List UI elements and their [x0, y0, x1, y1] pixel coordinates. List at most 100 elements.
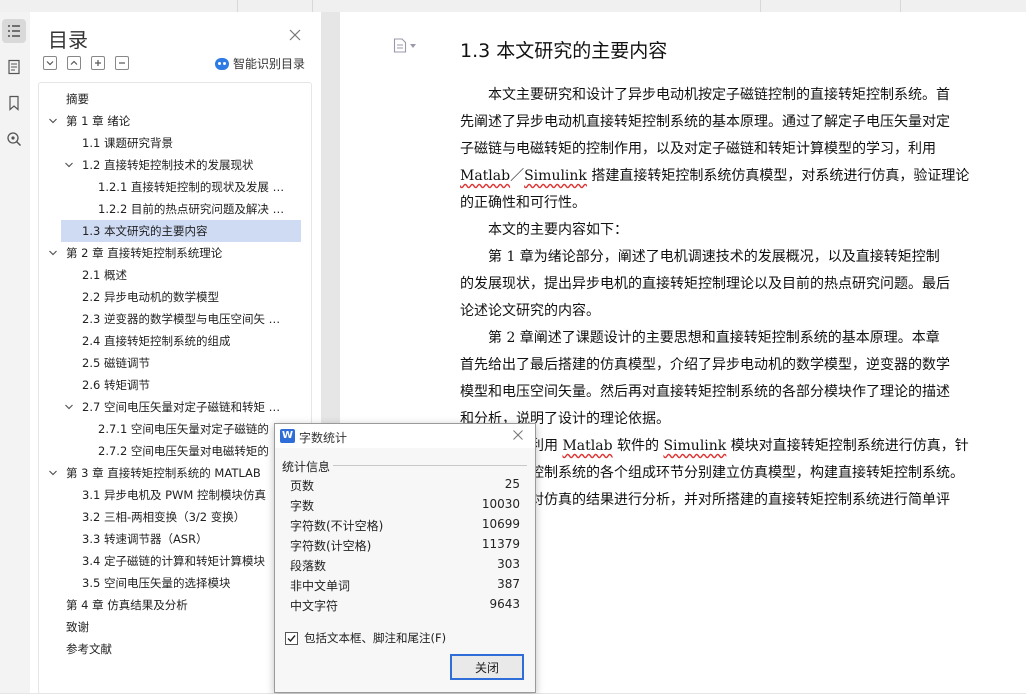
- ai-robot-icon: [215, 57, 229, 70]
- stat-value: 10030: [481, 497, 520, 511]
- text-run: 软件的: [612, 438, 664, 454]
- dialog-titlebar[interactable]: W 字数统计: [275, 424, 535, 448]
- toc-item[interactable]: 3.1 异步电机及 PWM 控制模块仿真: [39, 484, 311, 506]
- toc-item-label: 2.3 逆变器的数学模型与电压空间矢 …: [82, 312, 281, 326]
- toc-item[interactable]: 2.4 直接转矩控制系统的组成: [39, 330, 311, 352]
- stat-row: 中文字符 9643: [290, 597, 520, 617]
- toc-item[interactable]: 致谢: [39, 616, 311, 638]
- toc-item[interactable]: 第 1 章 绪论: [39, 110, 311, 132]
- chevron-down-icon[interactable]: [64, 402, 74, 412]
- stat-value: 25: [504, 477, 520, 491]
- text-line: 先阐述了异步电动机直接转矩控制系统的基本原理。通过了解定子电压矢量对定: [460, 114, 950, 130]
- chevron-down-icon[interactable]: [48, 248, 58, 258]
- text-line: 矩控制系统的各个组成环节分别建立仿真模型，构建直接转矩控制系统。: [460, 465, 964, 481]
- document-body-text: 本文主要研究和设计了异步电动机按定子磁链控制的直接转矩控制系统。首 先阐述了异步电…: [460, 82, 1016, 514]
- stat-value: 9643: [489, 597, 520, 611]
- search-icon: [7, 132, 22, 147]
- find-replace-button[interactable]: [2, 127, 26, 151]
- paragraph-layout-handle[interactable]: [393, 38, 416, 53]
- stat-value: 10699: [481, 517, 520, 531]
- text-line: 本文的主要内容如下：: [460, 222, 628, 238]
- toc-item-label: 第 1 章 绪论: [66, 114, 131, 128]
- toc-item-label: 第 3 章 直接转矩控制系统的 MATLAB: [66, 466, 261, 480]
- toc-tree: 摘要第 1 章 绪论 1.1 课题研究背景 1.2 直接转矩控制技术的发展现状 1.2…: [38, 82, 312, 694]
- stat-label: 中文字符: [290, 599, 339, 613]
- text-line: 本文主要研究和设计了异步电动机按定子磁链控制的直接转矩控制系统。首: [460, 87, 950, 103]
- toc-item[interactable]: 2.7 空间电压矢量对定子磁链和转矩 …: [39, 396, 311, 418]
- text-line: 的正确性和可行性。: [460, 195, 586, 211]
- checkbox[interactable]: [285, 631, 298, 645]
- text-line: Matlab／Simulink 搭建直接转矩控制系统仿真模型，对系统进行仿真，验…: [460, 163, 1016, 190]
- toc-item-label: 1.3 本文研究的主要内容: [82, 224, 208, 238]
- document-icon: [393, 38, 407, 53]
- toc-item-label: 3.3 转速调节器（ASR）: [82, 532, 208, 546]
- toc-list-icon: [8, 25, 20, 37]
- toc-item[interactable]: 第 2 章 直接转矩控制系统理论: [39, 242, 311, 264]
- collapse-up-button[interactable]: [67, 56, 81, 70]
- toc-item[interactable]: 1.3 本文研究的主要内容: [61, 220, 301, 242]
- stat-row: 页数 25: [290, 477, 520, 497]
- expand-all-button[interactable]: [91, 56, 105, 70]
- close-icon[interactable]: [288, 28, 302, 42]
- toc-item-label: 3.4 定子磁链的计算和转矩计算模块: [82, 554, 265, 568]
- close-button[interactable]: 关闭: [450, 654, 524, 680]
- toolbar-divider: [760, 0, 761, 12]
- page-thumbnail-icon: [8, 59, 20, 75]
- toc-item[interactable]: 1.2.1 直接转矩控制的现状及发展 …: [39, 176, 311, 198]
- text-line: 论述论文研究的内容。: [460, 303, 600, 319]
- toc-item-label: 2.2 异步电动机的数学模型: [82, 290, 219, 304]
- wps-logo-icon: W: [280, 429, 295, 443]
- text-line: 首先给出了最后搭建的仿真模型，介绍了异步电动机的数学模型，逆变器的数学: [460, 357, 950, 373]
- toc-list: 摘要第 1 章 绪论 1.1 课题研究背景 1.2 直接转矩控制技术的发展现状 1.2…: [39, 88, 311, 660]
- caret-down-icon: [410, 43, 416, 48]
- toc-panel-button[interactable]: [2, 19, 26, 43]
- toc-item-label: 2.7.1 空间电压矢量对定子磁链的: [98, 422, 269, 436]
- toc-item[interactable]: 2.7.1 空间电压矢量对定子磁链的: [39, 418, 311, 440]
- collapse-all-button[interactable]: [115, 56, 129, 70]
- bookmark-panel-button[interactable]: [2, 91, 26, 115]
- stat-row: 非中文单词 387: [290, 577, 520, 597]
- toc-item[interactable]: 1.1 课题研究背景: [39, 132, 311, 154]
- toc-item-label: 3.1 异步电机及 PWM 控制模块仿真: [82, 488, 266, 502]
- toc-item[interactable]: 1.2.2 目前的热点研究问题及解决 …: [39, 198, 311, 220]
- section-heading: 1.3 本文研究的主要内容: [460, 40, 668, 62]
- smart-recognize-label: 智能识别目录: [233, 57, 306, 71]
- text-line: 章对仿真的结果进行分析，并对所搭建的直接转矩控制系统进行简单评: [460, 492, 950, 508]
- chevron-down-icon[interactable]: [48, 468, 58, 478]
- text-run: 模块对直接转矩控制系统进行仿真，针: [726, 438, 969, 454]
- toc-item-label: 3.2 三相-两相变换（3/2 变换）: [82, 510, 246, 524]
- spellcheck-word: Matlab: [460, 168, 511, 184]
- toc-item[interactable]: 2.7.2 空间电压矢量对电磁转矩的: [39, 440, 311, 462]
- group-divider: [333, 465, 527, 466]
- page-thumbnail-button[interactable]: [2, 55, 26, 79]
- toc-item-label: 2.6 转矩调节: [82, 378, 150, 392]
- smart-recognize-toc-button[interactable]: 智能识别目录: [215, 55, 305, 72]
- toc-item[interactable]: 2.2 异步电动机的数学模型: [39, 286, 311, 308]
- toc-item-label: 3.5 空间电压矢量的选择模块: [82, 576, 231, 590]
- nav-toolbar: [43, 56, 129, 70]
- left-rail: [0, 12, 31, 693]
- toc-item[interactable]: 3.4 定子磁链的计算和转矩计算模块: [39, 550, 311, 572]
- toc-item[interactable]: 3.3 转速调节器（ASR）: [39, 528, 311, 550]
- toc-item[interactable]: 参考文献: [39, 638, 311, 660]
- text-line: 和分析，说明了设计的理论依据。: [460, 411, 670, 427]
- toc-item[interactable]: 2.1 概述: [39, 264, 311, 286]
- toc-item-label: 第 2 章 直接转矩控制系统理论: [66, 246, 223, 260]
- toc-item[interactable]: 第 4 章 仿真结果及分析: [39, 594, 311, 616]
- plus-icon: [95, 60, 101, 66]
- toc-item[interactable]: 3.5 空间电压矢量的选择模块: [39, 572, 311, 594]
- toc-item[interactable]: 1.2 直接转矩控制技术的发展现状: [39, 154, 311, 176]
- toc-item-label: 2.1 概述: [82, 268, 127, 282]
- chevron-down-icon[interactable]: [64, 160, 74, 170]
- toc-item[interactable]: 2.3 逆变器的数学模型与电压空间矢 …: [39, 308, 311, 330]
- include-textbox-checkbox[interactable]: 包括文本框、脚注和尾注(F): [285, 630, 446, 646]
- expand-down-button[interactable]: [43, 56, 57, 70]
- chevron-down-icon[interactable]: [48, 116, 58, 126]
- toc-item[interactable]: 2.5 磁链调节: [39, 352, 311, 374]
- toc-item[interactable]: 3.2 三相-两相变换（3/2 变换）: [39, 506, 311, 528]
- toc-item-label: 2.7.2 空间电压矢量对电磁转矩的: [98, 444, 269, 458]
- toc-item[interactable]: 2.6 转矩调节: [39, 374, 311, 396]
- close-icon[interactable]: [512, 429, 524, 441]
- toc-item[interactable]: 摘要: [39, 88, 311, 110]
- toc-item[interactable]: 第 3 章 直接转矩控制系统的 MATLAB: [39, 462, 311, 484]
